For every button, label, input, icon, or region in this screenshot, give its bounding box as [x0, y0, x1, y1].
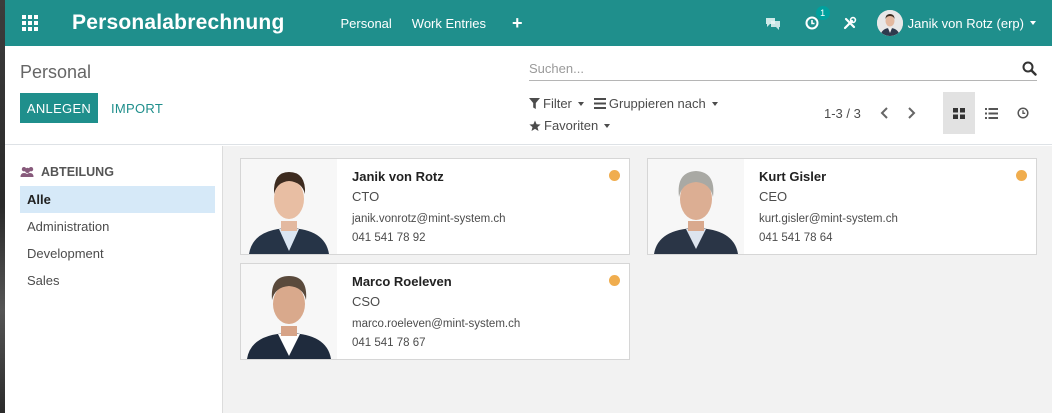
create-button[interactable]: ANLEGEN: [20, 93, 98, 123]
employee-name: Kurt Gisler: [759, 169, 827, 184]
user-name: Janik von Rotz (erp): [907, 15, 1024, 31]
search-box: [529, 58, 1037, 81]
new-menu-plus-button[interactable]: +: [512, 14, 523, 32]
employee-card[interactable]: Kurt Gisler CEO kurt.gisler@mint-system.…: [647, 158, 1037, 255]
star-icon: [529, 120, 541, 131]
chevron-down-icon: [1030, 21, 1036, 25]
department-item-all[interactable]: Alle: [20, 186, 215, 213]
presence-status-dot: [609, 275, 620, 286]
breadcrumb: Personal: [20, 62, 92, 82]
menu-item-work-entries[interactable]: Work Entries: [412, 16, 486, 31]
group-by-dropdown[interactable]: Gruppieren nach: [593, 96, 718, 111]
app-title: Personalabrechnung: [72, 11, 285, 34]
filter-dropdown[interactable]: Filter: [529, 96, 584, 111]
favorites-dropdown[interactable]: Favoriten: [529, 118, 611, 133]
employee-name: Janik von Rotz: [352, 169, 444, 184]
import-button[interactable]: IMPORT: [106, 93, 168, 123]
department-item-development[interactable]: Development: [20, 240, 215, 267]
view-switcher: [943, 92, 1039, 134]
menu-item-personal[interactable]: Personal: [340, 16, 391, 31]
favorites-label: Favoriten: [544, 118, 599, 133]
employee-email: janik.vonrotz@mint-system.ch: [352, 213, 506, 225]
employee-job-title: CTO: [352, 189, 380, 204]
presence-status-dot: [609, 170, 620, 181]
tools-icon[interactable]: [843, 16, 857, 30]
apps-grid-icon: [22, 15, 38, 31]
users-icon: [20, 167, 34, 177]
presence-status-dot: [1016, 170, 1027, 181]
employee-job-title: CSO: [352, 294, 381, 309]
chevron-down-icon: [604, 123, 611, 128]
activity-clock-icon[interactable]: 1: [805, 6, 830, 30]
filter-icon: [529, 98, 540, 109]
employee-card[interactable]: Janik von Rotz CTO janik.vonrotz@mint-sy…: [240, 158, 630, 255]
group-by-label: Gruppieren nach: [608, 96, 706, 111]
department-item-administration[interactable]: Administration: [20, 213, 215, 240]
activity-count-badge: 1: [815, 6, 830, 20]
list-view-button[interactable]: [975, 92, 1007, 134]
chevron-left-icon[interactable]: [880, 107, 889, 122]
employee-email: marco.roeleven@mint-system.ch: [352, 318, 521, 330]
kanban-view-button[interactable]: [943, 92, 975, 134]
employee-phone: 041 541 78 67: [352, 337, 426, 349]
chevron-down-icon: [711, 101, 718, 106]
employee-photo: [241, 264, 337, 359]
apps-menu-button[interactable]: [7, 0, 53, 46]
top-navbar: Personalabrechnung Personal Work Entries…: [5, 0, 1052, 46]
chevron-down-icon: [577, 101, 584, 106]
employee-phone: 041 541 78 92: [352, 232, 426, 244]
employee-photo: [241, 159, 337, 254]
systray: 1 Janik von Rotz (erp): [765, 0, 1052, 46]
department-item-sales[interactable]: Sales: [20, 267, 215, 294]
main-content: ABTEILUNG Alle Administration Developmen…: [5, 146, 1052, 413]
employee-name: Marco Roeleven: [352, 274, 452, 289]
employee-job-title: CEO: [759, 189, 788, 204]
employee-phone: 041 541 78 64: [759, 232, 833, 244]
clock-icon: [1017, 107, 1029, 119]
discuss-chat-icon[interactable]: [765, 16, 781, 30]
employee-photo: [648, 159, 744, 254]
department-header: ABTEILUNG: [20, 165, 114, 179]
list-icon: [984, 107, 998, 119]
employee-card[interactable]: Marco Roeleven CSO marco.roeleven@mint-s…: [240, 263, 630, 360]
pager-value[interactable]: 1-3 / 3: [824, 106, 861, 121]
employee-email: kurt.gisler@mint-system.ch: [759, 213, 898, 225]
search-icon[interactable]: [1022, 61, 1037, 79]
search-panel: ABTEILUNG Alle Administration Developmen…: [5, 146, 223, 413]
kanban-grid-icon: [953, 107, 965, 119]
user-menu[interactable]: Janik von Rotz (erp): [876, 10, 1036, 36]
bars-icon: [593, 98, 606, 109]
department-list: Alle Administration Development Sales: [20, 186, 215, 294]
search-options: Filter Gruppieren nach Favoriten: [529, 94, 728, 138]
nav-menu: Personal Work Entries: [340, 16, 505, 31]
activity-view-button[interactable]: [1007, 92, 1039, 134]
department-header-label: ABTEILUNG: [41, 165, 114, 179]
search-input[interactable]: [529, 58, 1009, 78]
control-panel: Personal ANLEGEN IMPORT Filter Gruppiere…: [5, 46, 1052, 145]
filter-label: Filter: [543, 96, 572, 111]
user-avatar: [876, 10, 903, 36]
chevron-right-icon[interactable]: [907, 107, 916, 122]
